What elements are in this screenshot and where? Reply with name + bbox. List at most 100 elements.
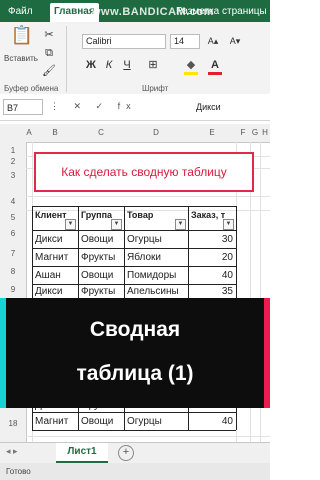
- format-painter-icon[interactable]: 🖌: [42, 64, 56, 78]
- row-header[interactable]: 4: [0, 197, 26, 206]
- row-header[interactable]: 1: [0, 146, 26, 155]
- status-text: Готово: [6, 467, 31, 476]
- row-header[interactable]: 2: [0, 157, 26, 166]
- table-border: [188, 206, 189, 298]
- table-border: [124, 206, 125, 298]
- table-cell[interactable]: Овощи: [81, 416, 113, 427]
- table-cell[interactable]: Магнит: [35, 252, 68, 263]
- table-header[interactable]: Заказ, т: [191, 210, 225, 220]
- font-color-button[interactable]: A: [208, 58, 222, 72]
- table-cell[interactable]: 20: [190, 252, 233, 263]
- increase-font-icon[interactable]: A▴: [206, 34, 220, 48]
- row-header[interactable]: 9: [0, 285, 26, 294]
- table-cell[interactable]: Огурцы: [127, 416, 162, 427]
- column-header[interactable]: E: [188, 128, 236, 137]
- font-color-swatch: [208, 72, 222, 75]
- filter-dropdown-icon[interactable]: ▼: [65, 219, 76, 230]
- add-sheet-button[interactable]: +: [118, 445, 134, 461]
- table-border: [32, 230, 236, 231]
- status-bar: Готово: [0, 463, 270, 480]
- table-cell[interactable]: 40: [190, 270, 233, 281]
- filter-dropdown-icon[interactable]: ▼: [175, 219, 186, 230]
- column-headers: A B C D E F G H: [0, 124, 270, 143]
- filter-dropdown-icon[interactable]: ▼: [111, 219, 122, 230]
- table-header[interactable]: Группа: [81, 210, 112, 220]
- column-header[interactable]: B: [32, 128, 78, 137]
- caption-line-1: Сводная: [89, 318, 181, 341]
- name-box[interactable]: B7: [3, 99, 43, 115]
- font-name-select[interactable]: Calibri: [82, 34, 166, 49]
- table-border: [32, 248, 236, 249]
- font-group-label: Шрифт: [142, 84, 169, 93]
- table-border: [32, 266, 236, 267]
- decrease-font-icon[interactable]: A▾: [228, 34, 242, 48]
- row-header[interactable]: 3: [0, 171, 26, 180]
- sheet-nav-arrows[interactable]: ◂ ▸: [6, 446, 18, 457]
- clipboard-group-label: Буфер обмена: [4, 84, 59, 93]
- table-border: [32, 408, 33, 430]
- table-cell[interactable]: Овощи: [81, 270, 113, 281]
- table-cell[interactable]: Дикси: [35, 286, 62, 297]
- italic-button[interactable]: К: [102, 58, 116, 72]
- column-header[interactable]: C: [78, 128, 124, 137]
- video-caption-banner: [0, 298, 270, 408]
- bold-button[interactable]: Ж: [84, 58, 98, 72]
- table-cell[interactable]: Фрукты: [81, 286, 115, 297]
- underline-button[interactable]: Ч: [120, 58, 134, 72]
- formula-input[interactable]: Дикси: [196, 102, 221, 112]
- page-title[interactable]: Как сделать сводную таблицу: [34, 152, 254, 192]
- fill-color-icon[interactable]: ◆: [184, 58, 198, 72]
- column-header[interactable]: D: [124, 128, 188, 137]
- font-size-select[interactable]: 14: [170, 34, 200, 49]
- row-header[interactable]: 7: [0, 249, 26, 258]
- table-cell[interactable]: 40: [190, 416, 233, 427]
- table-border: [236, 206, 237, 298]
- sheet-tabs-bar: ◂ ▸ Лист1 +: [0, 442, 270, 463]
- tab-file[interactable]: Файл: [8, 6, 33, 17]
- column-header[interactable]: H: [260, 128, 270, 137]
- table-border: [188, 408, 189, 430]
- paste-icon[interactable]: 📋: [10, 26, 34, 52]
- gridline: [26, 196, 270, 197]
- row-header[interactable]: 18: [0, 419, 26, 428]
- table-cell[interactable]: Огурцы: [127, 234, 162, 245]
- table-border: [124, 408, 125, 430]
- table-cell[interactable]: 35: [190, 286, 233, 297]
- copy-icon[interactable]: ⧉: [42, 46, 56, 60]
- table-border: [32, 430, 236, 431]
- table-border: [32, 412, 236, 413]
- borders-icon[interactable]: ⊞: [146, 58, 160, 72]
- table-cell[interactable]: Помидоры: [127, 270, 176, 281]
- table-cell[interactable]: Ашан: [35, 270, 61, 281]
- table-border: [236, 408, 237, 430]
- table-cell[interactable]: 30: [190, 234, 233, 245]
- table-cell[interactable]: Дикси: [35, 234, 62, 245]
- bandicam-watermark: www.BANDICAM.com: [92, 6, 214, 18]
- paste-label[interactable]: Вставить: [4, 54, 38, 63]
- table-border: [32, 284, 236, 285]
- ribbon-separator: [66, 26, 67, 92]
- table-header[interactable]: Клиент: [35, 210, 67, 220]
- table-cell[interactable]: Овощи: [81, 234, 113, 245]
- table-border: [78, 408, 79, 430]
- table-cell[interactable]: Апельсины: [127, 286, 179, 297]
- fill-color-swatch: [184, 72, 198, 75]
- table-header[interactable]: Товар: [127, 210, 153, 220]
- ribbon: 📋 Вставить ✂ ⧉ 🖌 Буфер обмена Calibri 14…: [0, 22, 270, 95]
- table-cell[interactable]: Яблоки: [127, 252, 161, 263]
- filter-dropdown-icon[interactable]: ▼: [223, 219, 234, 230]
- table-border: [78, 206, 79, 298]
- row-header[interactable]: 6: [0, 229, 26, 238]
- caption-accent-pink: [264, 298, 270, 408]
- row-header[interactable]: 8: [0, 267, 26, 276]
- ribbon-tabs: Файл Главная Разметка страницы www.BANDI…: [0, 0, 270, 23]
- column-header[interactable]: F: [236, 128, 250, 137]
- table-cell[interactable]: Фрукты: [81, 252, 115, 263]
- row-header[interactable]: 5: [0, 213, 26, 222]
- column-header[interactable]: G: [250, 128, 260, 137]
- cut-icon[interactable]: ✂: [42, 28, 56, 42]
- formula-icons[interactable]: ⋮ ✕ ✓ fx: [50, 101, 137, 112]
- sheet-tab-1[interactable]: Лист1: [56, 443, 108, 463]
- table-border: [32, 206, 33, 298]
- table-cell[interactable]: Магнит: [35, 416, 68, 427]
